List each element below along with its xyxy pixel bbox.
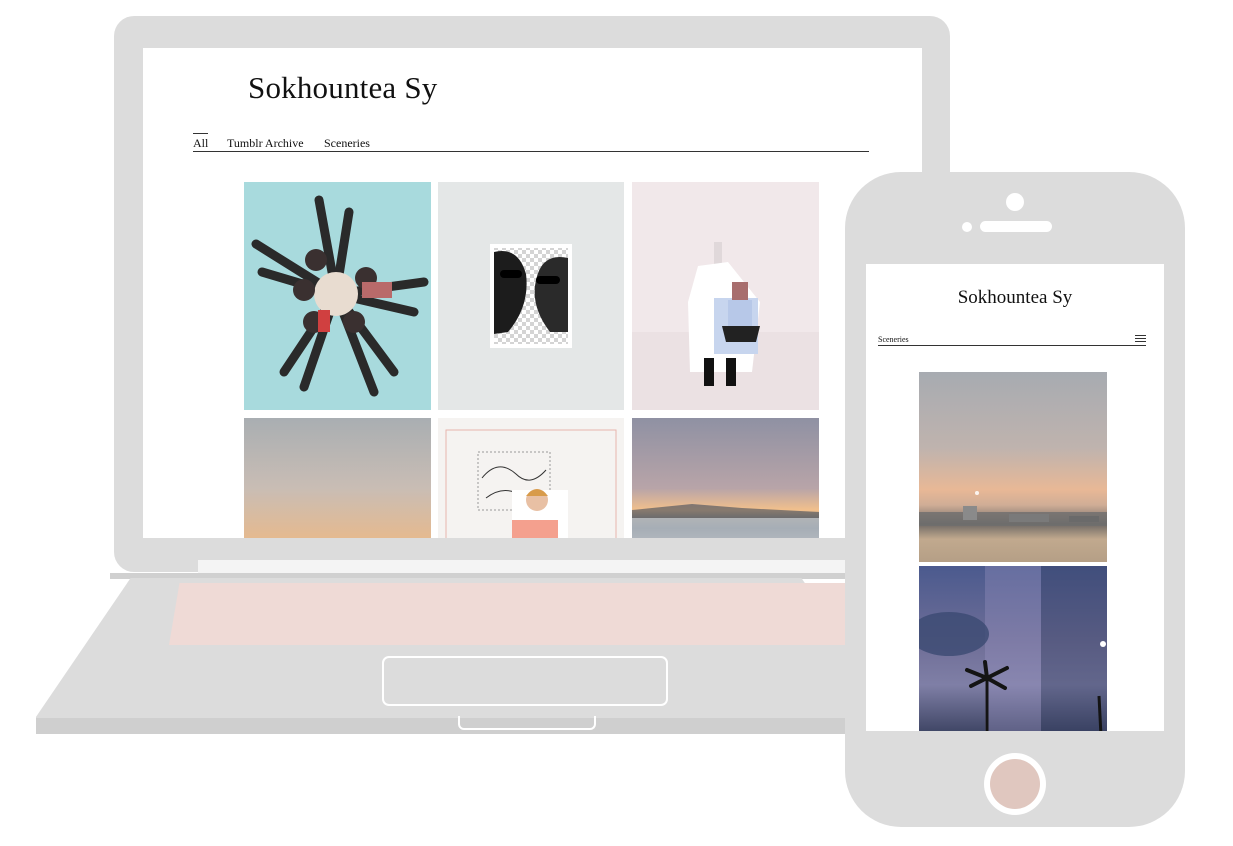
laptop-notch bbox=[458, 716, 596, 730]
laptop-keyboard bbox=[169, 583, 869, 645]
mobile-site-title[interactable]: Sokhountea Sy bbox=[866, 287, 1164, 309]
laptop-trackpad bbox=[382, 656, 668, 706]
gallery-photo-group-circle[interactable] bbox=[244, 182, 431, 410]
phone-camera bbox=[1006, 193, 1024, 211]
mobile-nav-label[interactable]: Sceneries bbox=[878, 335, 909, 344]
site-title[interactable]: Sokhountea Sy bbox=[248, 70, 437, 106]
gallery-photo-sunglasses-collage[interactable] bbox=[438, 182, 624, 410]
nav-item-all[interactable]: All bbox=[193, 133, 209, 151]
mobile-photo-palm-sky[interactable] bbox=[909, 566, 1107, 731]
phone-sensor bbox=[962, 222, 972, 232]
gallery-photo-sunset-gradient[interactable] bbox=[244, 418, 431, 538]
gallery-photo-beach-sunset[interactable] bbox=[632, 418, 819, 538]
nav-item-sceneries[interactable]: Sceneries bbox=[324, 136, 370, 151]
laptop-hinge bbox=[198, 560, 848, 574]
nav-item-tumblr-archive[interactable]: Tumblr Archive bbox=[227, 136, 304, 151]
desktop-nav: All Tumblr Archive Sceneries bbox=[193, 133, 869, 152]
gallery-photo-line-art-portrait[interactable] bbox=[438, 418, 624, 538]
laptop-screen: Sokhountea Sy All Tumblr Archive Sceneri… bbox=[143, 48, 922, 538]
phone-speaker bbox=[980, 221, 1052, 232]
phone-screen: Sokhountea Sy Sceneries bbox=[866, 264, 1164, 731]
hamburger-menu-icon[interactable] bbox=[1135, 335, 1146, 343]
phone-home-button[interactable] bbox=[990, 759, 1040, 809]
mobile-photo-beach-sunset[interactable] bbox=[919, 372, 1107, 562]
mobile-nav: Sceneries bbox=[878, 333, 1146, 346]
gallery-photo-pixelated-figure[interactable] bbox=[632, 182, 819, 410]
